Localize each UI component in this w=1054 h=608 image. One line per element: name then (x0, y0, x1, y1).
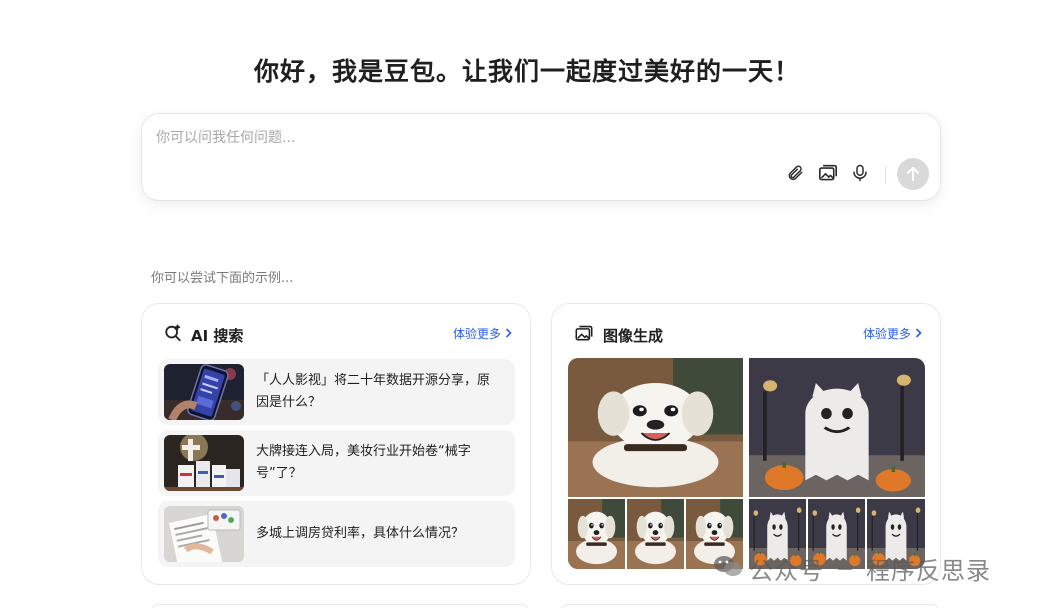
image-generation-title: 图像生成 (603, 326, 664, 345)
news-item-1[interactable]: 「人人影视」将二十年数据开源分享，原因是什么？ (158, 359, 515, 425)
news-item-3[interactable]: 多城上调房贷利率，具体什么情况？ (158, 501, 515, 567)
watermark: 公众号 程序反思录 (713, 551, 991, 586)
send-button[interactable] (897, 158, 929, 190)
image-generation-card: 图像生成 体验更多 (551, 303, 941, 585)
more-label: 体验更多 (452, 327, 501, 341)
wechat-icon (713, 554, 743, 584)
watermark-right-text: 程序反思录 (866, 557, 991, 585)
chevron-right-icon (915, 327, 922, 341)
ai-search-card: AI 搜索 体验更多 「人人影视」将二十年数据开源分享，原因是什么？ 大牌接连入… (141, 303, 531, 585)
next-card-right-edge (559, 604, 941, 608)
toolbar-divider (885, 166, 886, 184)
news-item-text: 「人人影视」将二十年数据开源分享，原因是什么？ (256, 373, 491, 410)
image-gallery-icon (574, 325, 594, 346)
image-generation-more-link[interactable]: 体验更多 (863, 325, 922, 342)
chevron-right-icon (505, 327, 512, 341)
news-thumbnail-documents (164, 506, 244, 562)
watermark-separator (838, 567, 852, 570)
more-label: 体验更多 (862, 327, 911, 341)
chat-input-box[interactable] (141, 113, 941, 201)
generated-image-grid[interactable] (568, 358, 925, 569)
microphone-icon[interactable] (849, 162, 871, 184)
news-item-text: 大牌接连入局，美妆行业开始卷“械字号”了？ (256, 444, 471, 481)
greeting-title: 你好，我是豆包。让我们一起度过美好的一天！ (253, 57, 800, 86)
image-upload-icon[interactable] (817, 162, 839, 184)
chat-input[interactable] (156, 126, 916, 150)
next-card-left-edge (149, 604, 531, 608)
examples-label: 你可以尝试下面的示例... (151, 271, 294, 286)
news-item-2[interactable]: 大牌接连入局，美妆行业开始卷“械字号”了？ (158, 430, 515, 496)
ai-search-more-link[interactable]: 体验更多 (453, 325, 512, 342)
news-item-text: 多城上调房贷利率，具体什么情况？ (256, 526, 465, 541)
news-thumbnail-cosmetics (164, 435, 244, 491)
news-thumbnail-phone (164, 364, 244, 420)
attachment-icon[interactable] (784, 162, 806, 184)
watermark-left-text: 公众号 (749, 557, 824, 585)
ai-search-title: AI 搜索 (191, 326, 244, 345)
ai-search-icon (164, 324, 182, 346)
